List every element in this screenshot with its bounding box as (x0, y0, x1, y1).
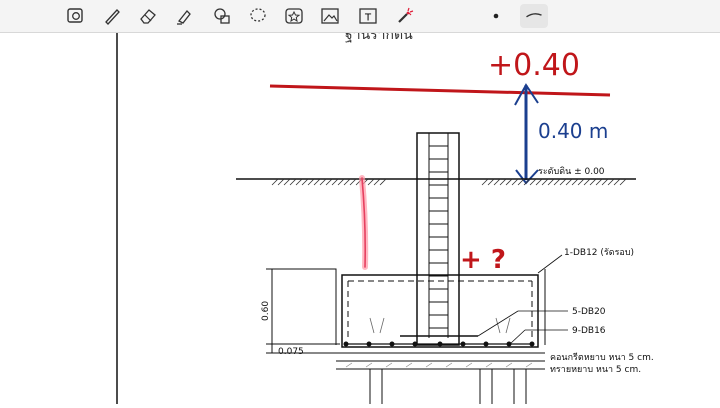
highlighter-icon[interactable] (172, 4, 196, 28)
color-dot-icon[interactable] (484, 4, 508, 28)
soil-hatching-right (481, 178, 627, 186)
image-icon[interactable] (318, 4, 342, 28)
sand-hatching (345, 362, 533, 368)
handwritten-level-label: +0.40 (488, 48, 580, 83)
excavation-left (276, 268, 337, 345)
text-box-label: T (364, 13, 372, 24)
handwritten-height-label: 0.40 m (538, 119, 608, 143)
dim-cover-label: 0.075 (278, 347, 304, 357)
laser-pointer-icon[interactable] (392, 4, 416, 28)
column-outline (416, 132, 460, 346)
lasso-select-icon[interactable] (64, 4, 88, 28)
bottom-rebar-label: 9-DB16 (572, 326, 606, 336)
toolbar: T (0, 0, 720, 33)
dim-height-label: 0.60 (261, 301, 271, 321)
pen-icon[interactable] (100, 4, 124, 28)
text-box-icon[interactable]: T (356, 4, 380, 28)
column-ties (429, 145, 448, 329)
soil-hatching-left (271, 178, 387, 186)
eraser-icon[interactable] (136, 4, 160, 28)
red-question-annotation: + ? (460, 245, 506, 275)
pile-hints (369, 317, 511, 334)
stroke-preview-icon[interactable] (520, 4, 548, 28)
drawing-canvas[interactable]: ฐานรากตื้น +0.40 0.40 m ระดับดิน ± 0.00 (0, 24, 720, 404)
leader-ring (537, 254, 563, 274)
shapes-icon[interactable] (210, 4, 234, 28)
concrete-note: คอนกรีตหยาบ หนา 5 cm. (550, 352, 654, 363)
ring-rebar-label: 1-DB12 (รัดรอบ) (564, 248, 634, 258)
leader-bottom (509, 329, 526, 345)
piles (369, 369, 527, 404)
sticker-icon[interactable] (282, 4, 306, 28)
level-line (269, 84, 611, 97)
cropped-heading: ฐานรากตื้น (345, 33, 413, 43)
ground-level-label: ระดับดิน ± 0.00 (538, 166, 605, 177)
top-rebar-label: 5-DB20 (572, 307, 606, 317)
leader-top (477, 310, 519, 337)
lasso-icon[interactable] (246, 4, 270, 28)
sand-note: ทรายหยาบ หนา 5 cm. (550, 365, 641, 375)
